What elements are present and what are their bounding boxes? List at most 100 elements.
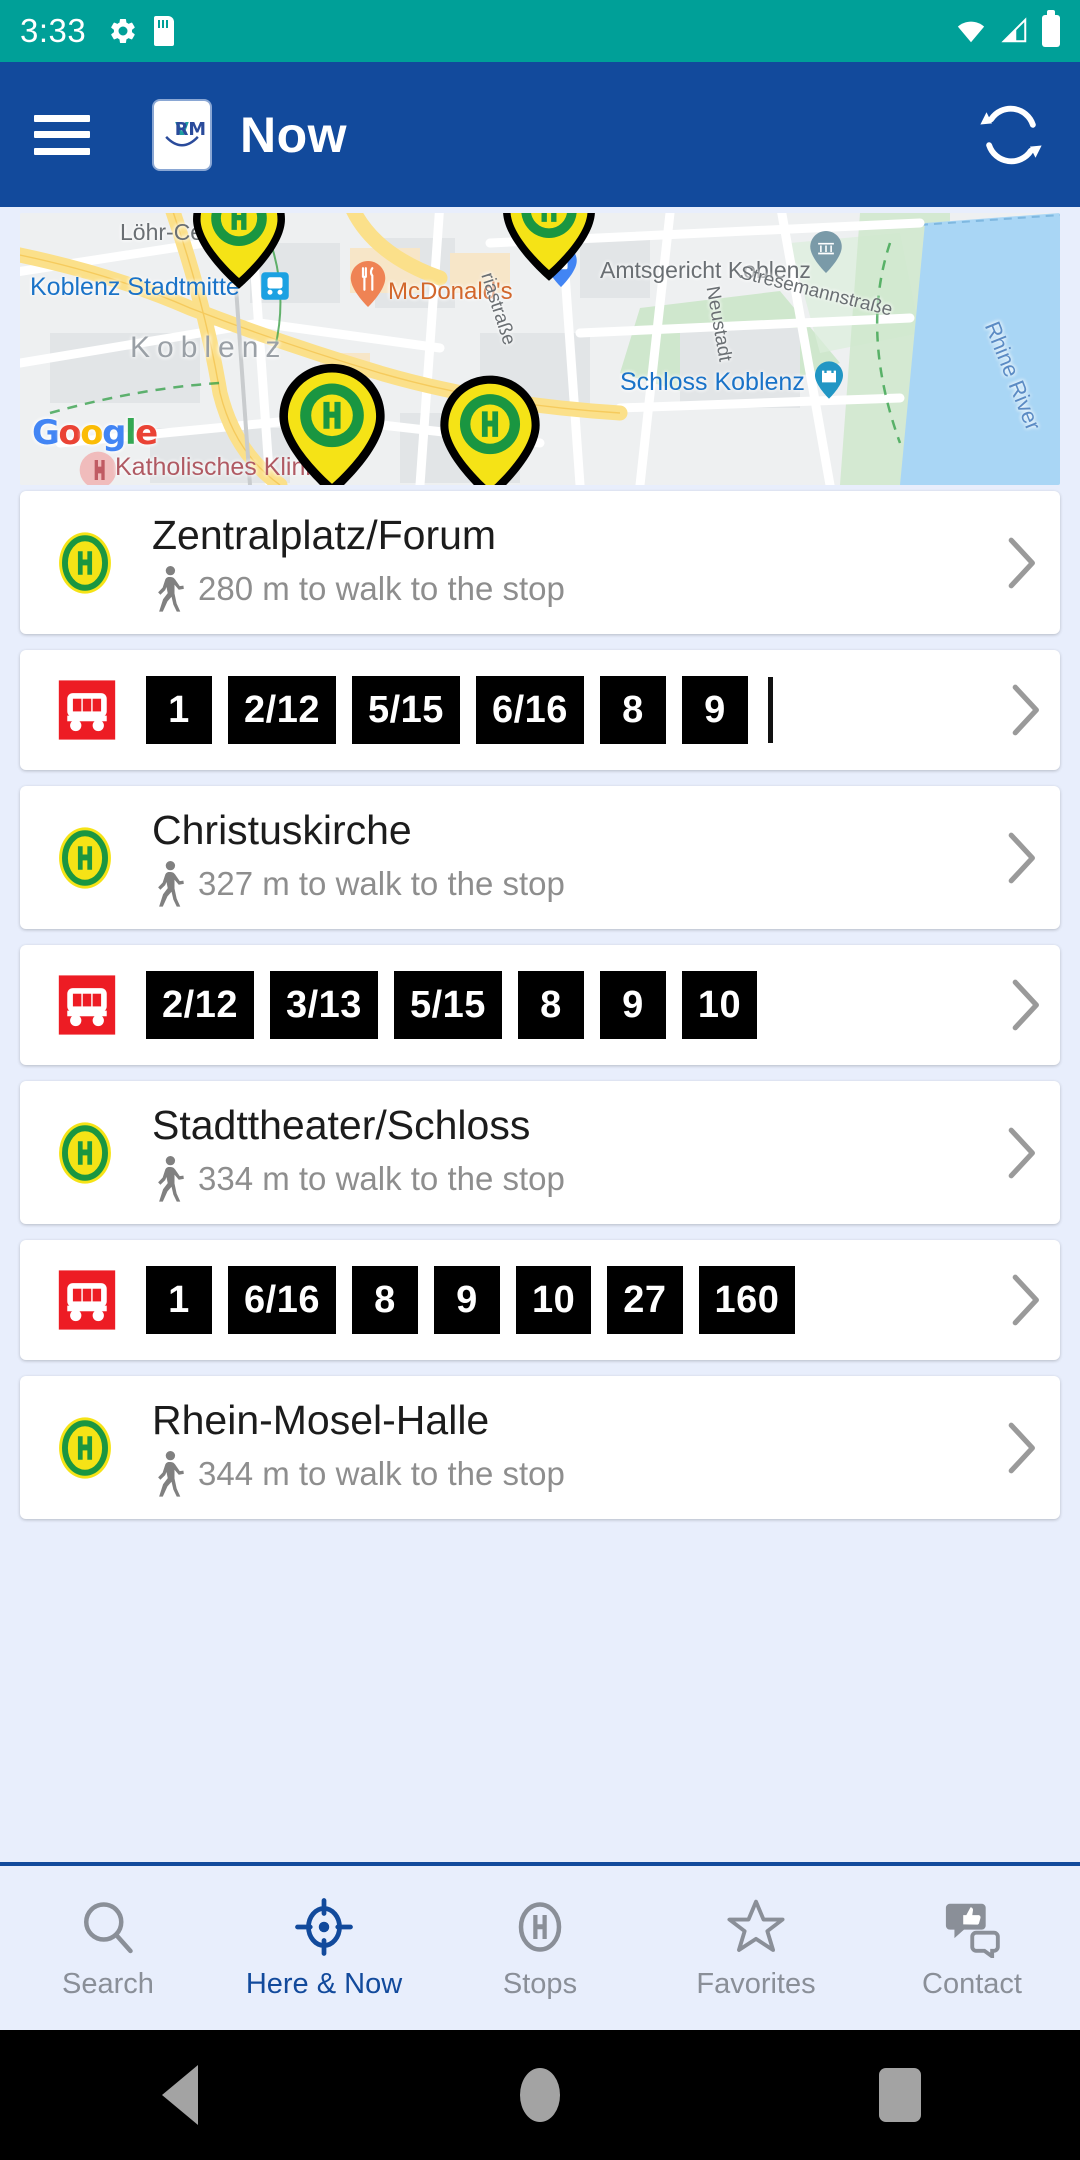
- stop-name: Christuskirche: [152, 806, 412, 853]
- line-badge[interactable]: 10: [515, 1266, 592, 1334]
- nav-label: Contact: [922, 1967, 1022, 2000]
- line-badge[interactable]: 10: [681, 971, 758, 1039]
- line-badge[interactable]: 8: [351, 1266, 418, 1334]
- stop-lines-card[interactable]: 1 6/16 8 9 10 27 160: [20, 1240, 1060, 1360]
- status-bar-left-icons: [108, 16, 175, 46]
- stop-card[interactable]: Zentralplatz/Forum 280 m to walk to the …: [20, 491, 1060, 634]
- line-badge-divider: [767, 677, 773, 743]
- line-badges: 2/12 3/13 5/15 8 9 10: [146, 971, 996, 1039]
- stop-info: Stadttheater/Schloss 334 m to walk to th…: [152, 1102, 992, 1203]
- h-stop-icon: [59, 531, 111, 594]
- stop-info: Christuskirche 327 m to walk to the stop: [152, 807, 992, 908]
- line-badge[interactable]: 1: [146, 1266, 212, 1334]
- line-badge[interactable]: 9: [433, 1266, 500, 1334]
- signal-icon: [1001, 17, 1027, 43]
- svg-text:RM: RM: [175, 120, 206, 140]
- stop-lines-card[interactable]: 1 2/12 5/15 6/16 8 9: [20, 650, 1060, 770]
- nav-item-stops[interactable]: Stops: [432, 1896, 648, 2001]
- gear-icon: [111, 18, 135, 44]
- status-bar: 3:33: [0, 0, 1080, 62]
- chevron-right-icon[interactable]: [1004, 832, 1038, 884]
- stop-distance-row: 334 m to walk to the stop: [152, 1155, 992, 1203]
- bus-stop-pin[interactable]: [432, 371, 548, 485]
- hamburger-menu-icon[interactable]: [34, 114, 90, 155]
- chevron-right-icon[interactable]: [1004, 1422, 1038, 1474]
- sdcard-icon: [154, 16, 175, 46]
- map-container[interactable]: Löhr-Cen Koblenz Stadtmitte Koblenz McDo…: [0, 207, 1080, 485]
- wifi-icon: [957, 21, 985, 43]
- pedestrian-icon: [158, 861, 184, 907]
- stop-lines-card[interactable]: 2/12 3/13 5/15 8 9 10: [20, 945, 1060, 1065]
- line-badge[interactable]: 2/12: [146, 971, 254, 1039]
- status-bar-clock: 3:33: [20, 12, 87, 49]
- stop-info: Zentralplatz/Forum 280 m to walk to the …: [152, 512, 992, 613]
- nav-item-favorites[interactable]: Favorites: [648, 1896, 864, 2001]
- stop-card[interactable]: Stadttheater/Schloss 334 m to walk to th…: [20, 1081, 1060, 1224]
- chevron-right-icon[interactable]: [1008, 979, 1042, 1031]
- refresh-icon[interactable]: [976, 100, 1046, 170]
- back-button[interactable]: [0, 2065, 360, 2125]
- hospital-icon: [79, 451, 117, 485]
- line-badge[interactable]: 5/15: [393, 971, 502, 1039]
- stop-distance: 344 m to walk to the stop: [198, 1455, 565, 1493]
- line-badge[interactable]: 9: [599, 971, 666, 1039]
- stop-distance: 280 m to walk to the stop: [198, 570, 565, 608]
- nav-label: Here & Now: [245, 1967, 403, 2000]
- line-badge[interactable]: 6/16: [228, 1266, 336, 1334]
- line-badge[interactable]: 160: [698, 1266, 796, 1334]
- line-badge[interactable]: 6/16: [475, 676, 584, 744]
- bus-icon: [58, 975, 116, 1035]
- line-badge[interactable]: 9: [681, 676, 748, 744]
- line-badge[interactable]: 2/12: [228, 676, 336, 744]
- stop-list: Zentralplatz/Forum 280 m to walk to the …: [0, 485, 1080, 1519]
- nav-item-contact[interactable]: Contact: [864, 1896, 1080, 2001]
- line-badge[interactable]: 1: [146, 676, 212, 744]
- h-stop-icon: [59, 1416, 111, 1479]
- bus-stop-pin[interactable]: [270, 359, 394, 485]
- stop-card[interactable]: Rhein-Mosel-Halle 344 m to walk to the s…: [20, 1376, 1060, 1519]
- status-bar-right-icons: [954, 10, 1060, 47]
- line-badge[interactable]: 8: [517, 971, 584, 1039]
- h-stop-icon: [510, 1896, 570, 1958]
- nav-item-here-and-now[interactable]: Here & Now: [216, 1896, 432, 2001]
- museum-pin-icon: [810, 231, 842, 273]
- chevron-right-icon[interactable]: [1008, 1274, 1042, 1326]
- chat-thumbsup-icon: [941, 1896, 1003, 1958]
- crosshair-icon: [294, 1896, 354, 1958]
- search-icon: [78, 1896, 138, 1958]
- bus-stop-pin[interactable]: [495, 213, 603, 285]
- line-badge[interactable]: 8: [599, 676, 666, 744]
- chevron-right-icon[interactable]: [1004, 1127, 1038, 1179]
- vrm-logo: V RM: [152, 98, 212, 171]
- nav-label: Stops: [502, 1967, 578, 2000]
- line-badge[interactable]: 27: [607, 1266, 683, 1334]
- bus-stop-pin[interactable]: [185, 213, 293, 293]
- line-badge[interactable]: 5/15: [351, 676, 460, 744]
- google-logo: Google: [32, 413, 158, 453]
- line-badges: 1 2/12 5/15 6/16 8 9: [146, 676, 996, 744]
- app-root: 3:33 V RM Now Löhr-Cen Koblenz Stadtmitt…: [0, 0, 1080, 2160]
- nav-item-search[interactable]: Search: [0, 1896, 216, 2001]
- stop-name: Rhein-Mosel-Halle: [152, 1396, 490, 1443]
- pedestrian-icon: [158, 1156, 184, 1202]
- stop-distance: 334 m to walk to the stop: [198, 1160, 565, 1198]
- stop-info: Rhein-Mosel-Halle 344 m to walk to the s…: [152, 1397, 992, 1498]
- castle-pin-icon: [815, 361, 843, 399]
- app-bar: V RM Now: [0, 62, 1080, 207]
- nav-label: Favorites: [696, 1967, 816, 2000]
- map-view[interactable]: Löhr-Cen Koblenz Stadtmitte Koblenz McDo…: [20, 213, 1060, 485]
- h-stop-icon: [59, 826, 111, 889]
- line-badge[interactable]: 3/13: [269, 971, 378, 1039]
- chevron-right-icon[interactable]: [1008, 684, 1042, 736]
- line-badges: 1 6/16 8 9 10 27 160: [146, 1266, 996, 1334]
- android-navigation-bar: [0, 2030, 1080, 2160]
- h-stop-icon: [59, 1121, 111, 1184]
- recents-button[interactable]: [720, 2068, 1080, 2122]
- chevron-right-icon[interactable]: [1004, 537, 1038, 589]
- bus-icon: [58, 1270, 116, 1330]
- nav-label: Search: [62, 1967, 154, 2000]
- vrm-logo-mark: V RM: [165, 120, 206, 146]
- stop-distance: 327 m to walk to the stop: [198, 865, 565, 903]
- stop-card[interactable]: Christuskirche 327 m to walk to the stop: [20, 786, 1060, 929]
- home-button[interactable]: [360, 2068, 720, 2122]
